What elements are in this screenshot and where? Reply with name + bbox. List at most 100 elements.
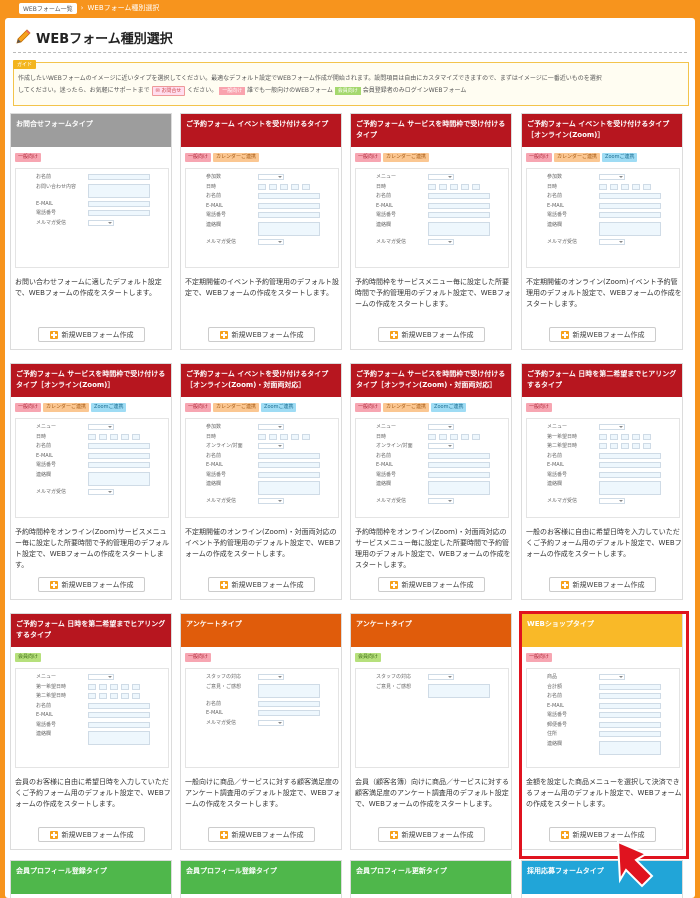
form-type-card[interactable]: 会員プロフィール更新タイプ [350,860,512,898]
card-description: 予約時間枠をサービスメニュー毎に設定した所要時間で予約管理用のデフォルト設定で、… [355,278,511,308]
preview-field-label: メルマガ受信 [376,498,407,504]
guide-text: 作成したいWEBフォームのイメージに近いタイプを選択してください。最適なデフォル… [18,73,684,97]
new-form-button-label: 新規WEBフォーム作成 [61,580,134,589]
preview-textarea [88,731,150,745]
preview-date [428,433,496,440]
preview-input [88,443,150,449]
card-description: 一般のお客様に自由に希望日時を入力していただくご予約フォーム用のデフォルト設定で… [526,528,682,558]
form-type-card[interactable]: ご予約フォーム サービスを時間枠で受け付けるタイプ［オンライン(Zoom)］ 一般… [10,363,172,600]
card-tags: 一般向け カレンダーご連携 [185,153,260,162]
new-form-button[interactable]: 新規WEBフォーム作成 [208,577,315,592]
preview-field: 電話番号 [527,211,679,219]
card-description: 会員のお客様に自由に希望日時を入力していただくご予約フォーム用のデフォルト設定で… [15,778,171,808]
preview-date [258,183,326,190]
preview-field: メルマガ受信 [16,488,168,496]
plus-icon [219,580,228,589]
form-type-card[interactable]: ご予約フォーム サービスを時間枠で受け付けるタイプ 一般向け カレンダーご連携 メニュ… [350,113,512,350]
card-title: アンケートタイプ [351,614,511,647]
preview-field-label: 連絡欄 [36,731,52,737]
new-form-button[interactable]: 新規WEBフォーム作成 [378,827,485,842]
card-title: ご予約フォーム イベントを受け付けるタイプ［オンライン(Zoom)］ [522,114,682,147]
preview-field-label: お名前 [206,452,222,459]
preview-select [599,238,625,245]
card-title: ご予約フォーム イベントを受け付けるタイプ [181,114,341,147]
form-type-card[interactable]: ご予約フォーム サービスを時間枠で受け付けるタイプ［オンライン(Zoom)・対面… [350,363,512,600]
new-form-button[interactable]: 新規WEBフォーム作成 [549,327,656,342]
preview-field-label: 連絡欄 [547,481,563,487]
preview-field-label: メルマガ受信 [36,488,67,495]
new-form-button-label: 新規WEBフォーム作成 [401,330,474,339]
card-tag: 一般向け [185,403,212,412]
form-type-card[interactable]: ご予約フォーム イベントを受け付けるタイプ［オンライン(Zoom)・対面両対応］… [180,363,342,600]
new-form-button-label: 新規WEBフォーム作成 [61,830,134,839]
preview-field: 電話番号 [356,471,508,479]
form-type-card[interactable]: ご予約フォーム イベントを受け付けるタイプ 一般向け カレンダーご連携 参加数 日時 お名… [180,113,342,350]
preview-field: メルマガ受信 [186,238,338,246]
form-preview: 参加数 日時 オンライン/対面 お名前 E-MAIL 電話番号 連絡欄 メルマガ受信 [185,418,339,518]
form-type-card[interactable]: ご予約フォーム 日時を第二希望までヒアリングするタイプ 会員向け メニュー 第一希望日… [10,613,172,850]
preview-field: 連絡欄 [16,730,168,745]
preview-input [88,452,150,459]
preview-field-label: メニュー [376,174,397,180]
new-form-button-label: 新規WEBフォーム作成 [231,580,304,589]
new-form-button[interactable]: 新規WEBフォーム作成 [38,327,145,342]
preview-input [258,700,320,707]
contact-button[interactable]: ✉ お問合せ [151,86,186,96]
form-type-card[interactable]: アンケートタイプ 一般向け スタッフの対応 ご意見・ご感想 お名前 E-MAIL メルマガ受… [180,613,342,850]
preview-field-label: E-MAIL [36,712,53,718]
card-tag: カレンダーご連携 [213,403,260,412]
form-type-card[interactable]: お問合せフォームタイプ 一般向け お名前 お問い合わせ内容 E-MAIL 電話番号 メルマガ… [10,113,172,350]
card-tags: 会員向け [355,653,382,662]
breadcrumb-separator: › [80,4,84,12]
preview-field: E-MAIL [186,709,338,717]
form-type-card[interactable]: 会員プロフィール登録タイプ [10,860,172,898]
legend-ippan-tag: 一般向け [219,87,246,95]
preview-field-label: ご意見・ご感想 [206,683,242,690]
preview-input [88,174,150,180]
preview-input [258,212,320,218]
preview-field: 日時 [527,183,679,191]
new-form-button[interactable]: 新規WEBフォーム作成 [378,327,485,342]
new-form-button[interactable]: 新規WEBフォーム作成 [208,327,315,342]
preview-field: 電話番号 [16,461,168,469]
new-form-button[interactable]: 新規WEBフォーム作成 [38,577,145,592]
page-title-text: WEBフォーム種別選択 [36,31,173,47]
preview-field-label: 電話番号 [206,471,227,478]
preview-field-label: E-MAIL [547,462,564,468]
preview-select [258,174,284,180]
new-form-button[interactable]: 新規WEBフォーム作成 [208,827,315,842]
preview-select [428,443,454,449]
preview-input [88,721,150,728]
form-type-card[interactable]: アンケートタイプ 会員向け スタッフの対応 ご意見・ご感想 会員（顧客名簿）向けに商品／… [350,613,512,850]
preview-input [428,471,490,478]
card-tag: 一般向け [526,403,553,412]
preview-select [258,238,284,245]
preview-field: E-MAIL [16,200,168,208]
preview-select [258,719,284,726]
preview-field: お名前 [16,442,168,450]
form-type-card[interactable]: ご予約フォーム 日時を第二希望までヒアリングするタイプ 一般向け メニュー 第一希望日… [521,363,683,600]
form-preview: メニュー 日時 お名前 E-MAIL 電話番号 連絡欄 メルマガ受信 [15,418,169,518]
new-form-button[interactable]: 新規WEBフォーム作成 [378,577,485,592]
new-form-button[interactable]: 新規WEBフォーム作成 [549,577,656,592]
breadcrumb-home-link[interactable]: WEBフォーム一覧 [19,2,77,14]
preview-field-label: メルマガ受信 [206,238,237,245]
new-form-button-label: 新規WEBフォーム作成 [572,580,645,589]
plus-icon [49,830,58,839]
preview-field-label: E-MAIL [547,202,564,209]
new-form-button-label: 新規WEBフォーム作成 [401,580,474,589]
preview-field: E-MAIL [527,461,679,469]
pointer-arrow-icon [616,840,654,888]
preview-field: 参加数 [186,423,338,431]
card-tag: 一般向け [185,153,212,162]
plus-icon [219,830,228,839]
form-type-card[interactable]: ご予約フォーム イベントを受け付けるタイプ［オンライン(Zoom)］ 一般向け カレ… [521,113,683,350]
preview-select [258,498,284,504]
card-tags: 一般向け カレンダーご連携 Zoomご連携 [15,403,127,412]
preview-field-label: メニュー [547,424,568,430]
form-type-card[interactable]: 会員プロフィール登録タイプ [180,860,342,898]
new-form-button[interactable]: 新規WEBフォーム作成 [38,827,145,842]
card-description: 不定期開催のオンライン(Zoom)・対面両対応のイベント予約管理用のデフォルト設… [185,528,341,558]
preview-field: 連絡欄 [527,480,679,495]
new-form-button-label: 新規WEBフォーム作成 [572,330,645,339]
